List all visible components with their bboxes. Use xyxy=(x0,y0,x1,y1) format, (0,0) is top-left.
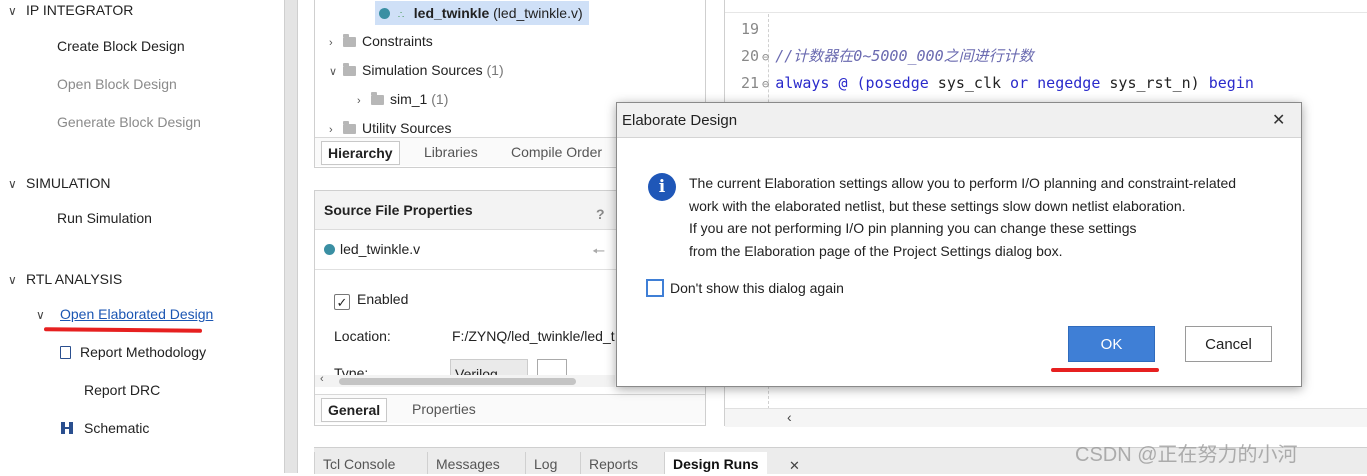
run-simulation-item[interactable]: Run Simulation xyxy=(57,210,152,226)
code-line: 21 ⊖ always @ (posedge sys_clk or negedge … xyxy=(740,74,1254,92)
create-block-design-item[interactable]: Create Block Design xyxy=(57,38,185,54)
dialog-titlebar[interactable]: Elaborate Design ✕ xyxy=(617,103,1301,138)
properties-tabbar: General Properties xyxy=(315,394,705,423)
tab-compile-order[interactable]: Compile Order xyxy=(505,141,608,163)
tree-item-sim-1[interactable]: › sim_1 (1) xyxy=(357,91,448,107)
enabled-checkbox-row[interactable]: ✓ Enabled xyxy=(334,291,408,310)
back-arrow-icon[interactable]: 🠔 xyxy=(592,241,605,266)
code-line: 19 xyxy=(740,20,759,38)
elaborate-design-dialog: Elaborate Design ✕ i The current Elabora… xyxy=(616,102,1302,387)
schematic-icon xyxy=(60,421,74,435)
tree-item-constraints[interactable]: › Constraints xyxy=(329,33,433,49)
watermark: CSDN @正在努力的小河 xyxy=(1075,444,1298,466)
fold-icon[interactable]: ⊖ xyxy=(762,77,769,91)
open-block-design-item: Open Block Design xyxy=(57,76,177,92)
panel-splitter[interactable] xyxy=(284,0,298,473)
help-icon[interactable]: ? xyxy=(596,206,605,222)
location-value: F:/ZYNQ/led_twinkle/led_t xyxy=(452,328,615,344)
tab-general[interactable]: General xyxy=(321,398,388,422)
chevron-right-icon: › xyxy=(329,124,333,134)
type-browse-button[interactable] xyxy=(537,359,567,375)
chevron-down-icon: ∨ xyxy=(36,308,45,322)
annotation-underline xyxy=(43,327,203,333)
chevron-down-icon: ∨ xyxy=(8,273,17,287)
tree-item-led-twinkle[interactable]: ∴ led_twinkle (led_twinkle.v) xyxy=(375,1,589,25)
folder-icon xyxy=(343,63,356,76)
folder-icon xyxy=(343,121,356,134)
properties-title: Source File Properties xyxy=(324,202,473,218)
dialog-title: Elaborate Design xyxy=(622,112,738,129)
tree-item-utility-sources[interactable]: › Utility Sources xyxy=(329,120,451,134)
checkbox-unchecked-icon[interactable] xyxy=(646,279,664,297)
generate-block-design-item: Generate Block Design xyxy=(57,114,201,130)
chevron-down-icon: ∨ xyxy=(8,177,17,191)
horizontal-scrollbar[interactable]: ‹ xyxy=(315,373,615,387)
scroll-left-icon[interactable]: ‹ xyxy=(787,409,792,425)
close-icon[interactable]: ✕ xyxy=(1272,110,1285,130)
tab-reports[interactable]: Reports xyxy=(580,452,646,474)
type-label: Type: xyxy=(334,365,369,375)
tab-log[interactable]: Log xyxy=(525,452,565,474)
chevron-down-icon: ∨ xyxy=(329,66,338,78)
fold-icon[interactable]: ⊖ xyxy=(762,50,769,64)
tab-design-runs[interactable]: Design Runs xyxy=(664,452,767,474)
module-dot-icon xyxy=(324,244,335,255)
properties-file-row: led_twinkle.v xyxy=(324,241,420,257)
checkbox-checked-icon[interactable]: ✓ xyxy=(334,294,350,310)
dont-show-again-checkbox-row[interactable]: Don't show this dialog again xyxy=(646,279,844,297)
tree-item-simulation-sources[interactable]: ∨ Simulation Sources (1) xyxy=(329,62,504,78)
tab-tcl-console[interactable]: Tcl Console xyxy=(314,452,403,474)
module-dot-icon xyxy=(379,8,390,19)
ok-button[interactable]: OK xyxy=(1068,326,1155,362)
open-elaborated-design-link[interactable]: Open Elaborated Design xyxy=(60,306,213,322)
close-tab-icon[interactable]: ✕ xyxy=(789,458,800,474)
chevron-right-icon: › xyxy=(329,37,333,49)
tab-messages[interactable]: Messages xyxy=(427,452,508,474)
report-methodology-item[interactable]: Report Methodology xyxy=(60,344,206,360)
hierarchy-icon: ∴ xyxy=(397,10,405,21)
schematic-item[interactable]: Schematic xyxy=(60,420,149,436)
type-select[interactable]: Verilog xyxy=(450,359,528,375)
section-ip-integrator[interactable]: ∨ IP INTEGRATOR xyxy=(8,2,133,18)
open-elaborated-design-item[interactable]: ∨ Open Elaborated Design xyxy=(36,306,213,322)
chevron-down-icon: ∨ xyxy=(8,4,17,18)
scroll-left-icon[interactable]: ‹ xyxy=(320,373,324,385)
tab-properties[interactable]: Properties xyxy=(406,398,482,420)
code-line: 20 ⊖//计数器在0~5000_000之间进行计数 xyxy=(740,47,1034,65)
location-label: Location: xyxy=(334,328,391,344)
report-drc-item[interactable]: Report DRC xyxy=(84,382,160,398)
annotation-underline xyxy=(1051,368,1159,372)
scrollbar-thumb[interactable] xyxy=(339,378,576,385)
chevron-right-icon: › xyxy=(357,95,361,107)
folder-icon xyxy=(371,92,384,105)
section-rtl-analysis[interactable]: ∨ RTL ANALYSIS xyxy=(8,271,122,287)
clipboard-icon xyxy=(60,346,71,359)
cancel-button[interactable]: Cancel xyxy=(1185,326,1272,362)
section-simulation[interactable]: ∨ SIMULATION xyxy=(8,175,111,191)
tab-libraries[interactable]: Libraries xyxy=(418,141,484,163)
info-icon: i xyxy=(648,173,676,201)
dialog-message: The current Elaboration settings allow y… xyxy=(689,175,1237,259)
editor-horizontal-scrollbar[interactable]: ‹ xyxy=(725,408,1367,427)
folder-icon xyxy=(343,34,356,47)
flow-navigator: ∨ IP INTEGRATOR Create Block Design Open … xyxy=(0,0,284,473)
tab-hierarchy[interactable]: Hierarchy xyxy=(321,141,400,165)
